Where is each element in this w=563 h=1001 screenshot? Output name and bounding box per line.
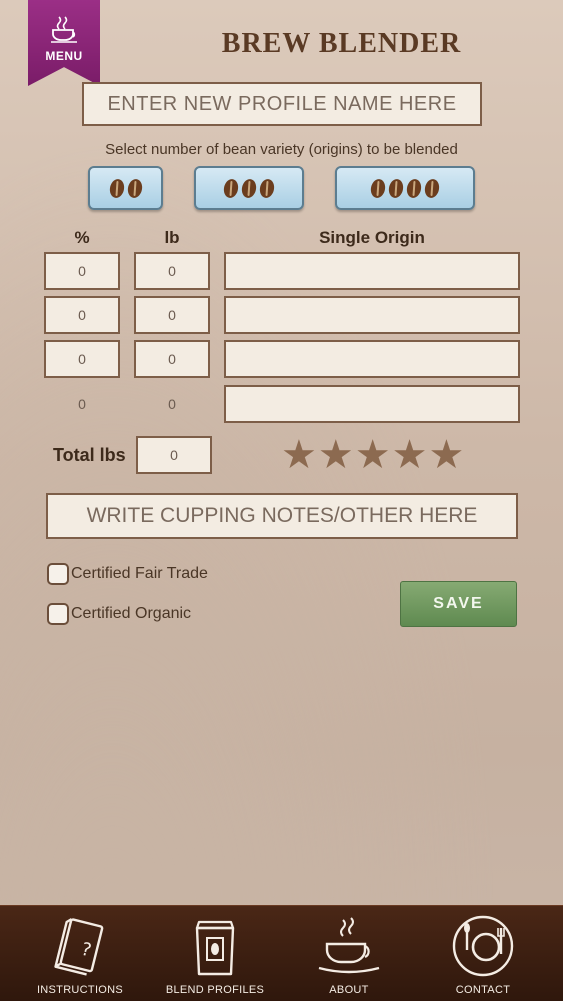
coffee-cup-icon (51, 16, 77, 43)
organic-checkbox[interactable] (47, 603, 69, 625)
row-2-percent-input[interactable]: 0 (44, 296, 120, 334)
plate-cutlery-icon (452, 915, 514, 977)
svg-text:?: ? (79, 939, 93, 962)
rating-stars: ★ ★ ★ ★ ★ (281, 435, 464, 475)
row-1-lb-input[interactable]: 0 (134, 252, 210, 290)
total-lbs-label: Total lbs (53, 445, 126, 465)
nav-contact[interactable]: CONTACT (413, 906, 553, 1001)
menu-label: MENU (45, 49, 83, 63)
cupping-notes-input[interactable]: WRITE CUPPING NOTES/OTHER HERE (46, 493, 518, 539)
instructions-book-icon: ? (54, 918, 104, 976)
coffee-bean-icon (405, 177, 423, 199)
coffee-bean-icon (258, 177, 276, 199)
row-3-percent-input[interactable]: 0 (44, 340, 120, 378)
fair-trade-label: Certified Fair Trade (71, 565, 208, 582)
organic-option[interactable]: Certified Organic (47, 603, 191, 625)
row-4-origin-input[interactable] (224, 385, 520, 423)
row-4-lb-value: 0 (168, 396, 176, 412)
menu-button[interactable]: MENU (28, 0, 100, 86)
nav-contact-label: CONTACT (455, 984, 511, 996)
row-2-lb-input[interactable]: 0 (134, 296, 210, 334)
nav-about[interactable]: ABOUT (279, 906, 419, 1001)
nav-blend-profiles[interactable]: BLEND PROFILES (145, 906, 285, 1001)
coffee-cup-icon (318, 917, 380, 974)
row-1-origin-input[interactable] (224, 252, 520, 290)
coffee-bean-icon (222, 177, 240, 199)
star-icon[interactable]: ★ (318, 435, 354, 475)
star-icon[interactable]: ★ (428, 435, 464, 475)
row-2-origin-input[interactable] (224, 296, 520, 334)
nav-instructions[interactable]: ? INSTRUCTIONS (10, 906, 150, 1001)
row-4-percent-value: 0 (78, 396, 86, 412)
row-3-origin-input[interactable] (224, 340, 520, 378)
bottom-navigation: ? INSTRUCTIONS BLEND PROFILES ABOUT CONT… (0, 905, 563, 1001)
origin-column-header: Single Origin (319, 228, 425, 247)
four-origins-button[interactable] (335, 166, 475, 210)
coffee-bean-icon (369, 177, 387, 199)
lb-column-header: lb (164, 228, 180, 247)
star-icon[interactable]: ★ (392, 435, 428, 475)
two-origins-button[interactable] (88, 166, 163, 210)
row-3-lb-input[interactable]: 0 (134, 340, 210, 378)
coffee-bag-icon (195, 920, 235, 976)
profile-name-input[interactable]: ENTER NEW PROFILE NAME HERE (82, 82, 482, 126)
page-title: BREW BLENDER (221, 28, 462, 59)
coffee-bean-icon (240, 177, 258, 199)
row-1-percent-input[interactable]: 0 (44, 252, 120, 290)
save-button[interactable]: SAVE (400, 581, 517, 627)
fair-trade-checkbox[interactable] (47, 563, 69, 585)
three-origins-button[interactable] (194, 166, 304, 210)
star-icon[interactable]: ★ (355, 435, 391, 475)
nav-instructions-label: INSTRUCTIONS (36, 984, 124, 996)
coffee-bean-icon (107, 177, 126, 199)
coffee-bean-icon (125, 177, 144, 199)
star-icon[interactable]: ★ (281, 435, 317, 475)
nav-about-label: ABOUT (329, 984, 369, 996)
organic-label: Certified Organic (71, 605, 192, 622)
fair-trade-option[interactable]: Certified Fair Trade (47, 563, 208, 585)
percent-column-header: % (74, 228, 90, 247)
coffee-bean-icon (423, 177, 441, 199)
coffee-bean-icon (387, 177, 405, 199)
total-lbs-field: 0 (136, 436, 212, 474)
nav-blend-profiles-label: BLEND PROFILES (165, 984, 265, 996)
bean-count-instruction: Select number of bean variety (origins) … (105, 141, 458, 158)
